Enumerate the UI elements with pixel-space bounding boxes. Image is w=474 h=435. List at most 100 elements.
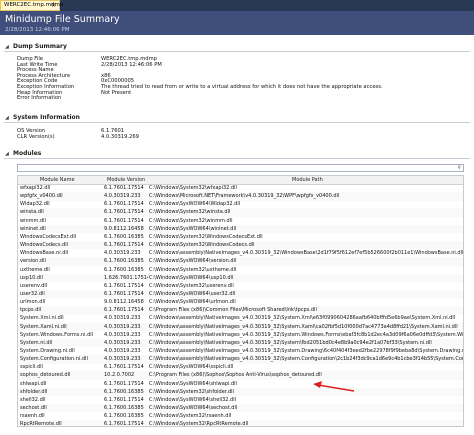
table-row[interactable]: uxtheme.dll 6.1.7600.16385 C:\Windows\Syst… bbox=[18, 266, 463, 274]
module-version-cell: 6.1.7600.16385 bbox=[104, 266, 144, 273]
module-path-cell: C:\Windows\SysWOW64\version.dll bbox=[149, 258, 237, 265]
module-path-cell: C:\Windows\SysWOW64\shlwapi.dll bbox=[149, 380, 237, 387]
module-name-cell: urlmon.dll bbox=[20, 299, 46, 306]
table-row[interactable]: System.Configuration.ni.dll 4.0.30319.233… bbox=[18, 355, 463, 364]
column-header-module-path[interactable]: Module Path bbox=[292, 177, 323, 183]
table-row[interactable]: winmm.dll 6.1.7601.17514 C:\Windows\System… bbox=[18, 217, 463, 225]
module-name-cell: shell32.dll bbox=[20, 396, 46, 403]
module-name-cell: System.Configuration.ni.dll bbox=[20, 356, 88, 363]
module-name-cell: wpfgfx_v0400.dll bbox=[20, 193, 63, 200]
module-version-cell: 6.1.7601.17514 bbox=[104, 209, 144, 216]
module-name-cell: uxtheme.dll bbox=[20, 266, 50, 273]
system-info-section-header[interactable]: ◢ System Information bbox=[4, 114, 470, 123]
module-version-cell: 6.1.7601.17514 bbox=[104, 201, 144, 208]
search-icon[interactable]: ⚲ bbox=[457, 165, 461, 171]
module-version-cell: 4.0.30319.233 bbox=[104, 331, 141, 338]
table-row[interactable]: System.ni.dll 4.0.30319.233 C:\Windows\ass… bbox=[18, 338, 463, 348]
table-row[interactable]: wininet.dll 9.0.8112.16458 C:\Windows\SysW… bbox=[18, 224, 463, 234]
module-path-cell: C:\Windows\assembly\NativeImages_v4.0.30… bbox=[149, 356, 463, 363]
module-name-cell: winmm.dll bbox=[20, 217, 46, 224]
module-path-cell: C:\Windows\System32\uxtheme.dll bbox=[149, 266, 237, 273]
table-row[interactable]: System.Drawing.ni.dll 4.0.30319.233 C:\Win… bbox=[18, 347, 463, 355]
module-version-cell: 6.1.7601.17514 bbox=[104, 282, 144, 289]
module-path-cell: C:\Windows\System32\winsta.dll bbox=[149, 209, 231, 216]
module-name-cell: WindowsBase.ni.dll bbox=[20, 250, 69, 257]
module-path-cell: C:\Windows\assembly\NativeImages_v4.0.30… bbox=[149, 323, 458, 330]
table-row[interactable]: System.Xaml.ni.dll 4.0.30319.233 C:\Window… bbox=[18, 322, 463, 331]
module-version-cell: 6.1.7601.17514 bbox=[104, 380, 144, 387]
module-version-cell: 9.0.8112.16458 bbox=[104, 299, 144, 306]
module-version-cell: 4.0.30319.233 bbox=[104, 323, 141, 330]
table-row[interactable]: shfolder.dll 6.1.7600.16385 C:\Windows\Sys… bbox=[18, 387, 463, 397]
collapse-triangle-icon[interactable]: ◢ bbox=[5, 151, 9, 157]
table-row[interactable]: wpfgfx_v0400.dll 4.0.30319.233 C:\Windows\… bbox=[18, 192, 463, 201]
table-row[interactable]: usp10.dll 1.626.7601.17514 C:\Windows\SysW… bbox=[18, 273, 463, 283]
dump-summary-section-header[interactable]: ◢ Dump Summary bbox=[4, 43, 470, 52]
module-name-cell: System.Xml.ni.dll bbox=[20, 315, 64, 322]
page-subtitle: 2/28/2013 12:46:06 PM bbox=[5, 26, 70, 33]
module-path-cell: C:\Program Files (x86)\Sophos\Sophos Ant… bbox=[149, 372, 322, 379]
column-header-module-version[interactable]: Module Version bbox=[107, 177, 145, 183]
table-row[interactable]: shlwapi.dll 6.1.7601.17514 C:\Windows\SysW… bbox=[18, 380, 463, 388]
table-row[interactable]: rsaenh.dll 6.1.7600.16385 C:\Windows\Syste… bbox=[18, 412, 463, 420]
module-path-cell: C:\Windows\SysWOW64\usp10.dll bbox=[149, 274, 234, 281]
table-row[interactable]: WindowsCodecsExt.dll 6.1.7600.16385 C:\Win… bbox=[18, 233, 463, 241]
document-tab[interactable]: WERC2EC.tmp.mdmp × bbox=[0, 0, 63, 11]
table-row[interactable]: version.dll 6.1.7600.16385 C:\Windows\SysW… bbox=[18, 257, 463, 266]
module-name-cell: shfolder.dll bbox=[20, 388, 48, 395]
table-row[interactable]: urlmon.dll 9.0.8112.16458 C:\Windows\SysWO… bbox=[18, 298, 463, 306]
modules-search-box[interactable]: ⚲ bbox=[17, 164, 464, 183]
module-version-cell: 6.1.7601.17514 bbox=[104, 242, 144, 249]
table-row[interactable]: shell32.dll 6.1.7601.17514 C:\Windows\SysW… bbox=[18, 396, 463, 404]
module-path-cell: C:\Windows\SysWOW64\sechost.dll bbox=[149, 405, 238, 412]
module-version-cell: 4.0.30319.233 bbox=[104, 356, 141, 363]
module-version-cell: 6.1.7600.16385 bbox=[104, 413, 144, 420]
table-row[interactable]: sechost.dll 6.1.7600.16385 C:\Windows\SysW… bbox=[18, 404, 463, 413]
table-row[interactable]: userenv.dll 6.1.7601.17514 C:\Windows\Syst… bbox=[18, 282, 463, 290]
module-path-cell: C:\Windows\assembly\NativeImages_v4.0.30… bbox=[149, 339, 432, 346]
table-row[interactable]: RpcRtRemote.dll 6.1.7601.17514 C:\Windows\… bbox=[18, 420, 463, 426]
module-path-cell: C:\Windows\System32\wfxapi32.dll bbox=[149, 185, 237, 191]
row-value: 2/28/2013 12:46:06 PM bbox=[101, 61, 162, 68]
table-row[interactable]: sophos_detoured.dll 10.2.0.7002 C:\Program… bbox=[18, 371, 463, 380]
collapse-triangle-icon[interactable]: ◢ bbox=[5, 44, 9, 50]
section-title: System Information bbox=[13, 114, 80, 121]
table-row[interactable]: winsta.dll 6.1.7601.17514 C:\Windows\Syste… bbox=[18, 208, 463, 217]
module-name-cell: shlwapi.dll bbox=[20, 380, 47, 387]
document-tab-bar: WERC2EC.tmp.mdmp × bbox=[0, 0, 474, 11]
table-row[interactable]: wfxapi32.dll 6.1.7601.17514 C:\Windows\Sys… bbox=[18, 184, 463, 192]
table-row[interactable]: sspicli.dll 6.1.7601.17514 C:\Windows\SysW… bbox=[18, 363, 463, 371]
module-path-cell: C:\Windows\System32\userenv.dll bbox=[149, 282, 234, 289]
summary-header: Minidump File Summary 2/28/2013 12:46:06… bbox=[0, 11, 474, 35]
module-name-cell: tpcps.dll bbox=[20, 307, 42, 314]
module-version-cell: 6.1.7600.16385 bbox=[104, 388, 144, 395]
module-path-cell: C:\Windows\assembly\NativeImages_v4.0.30… bbox=[149, 315, 456, 322]
module-path-cell: C:\Program Files (x86)\Common Files\Micr… bbox=[149, 307, 317, 314]
module-name-cell: userenv.dll bbox=[20, 282, 48, 289]
module-path-cell: C:\Windows\SysWOW64\shell32.dll bbox=[149, 396, 237, 403]
module-version-cell: 6.1.7601.17514 bbox=[104, 307, 144, 314]
module-name-cell: System.Windows.Forms.ni.dll bbox=[20, 331, 94, 338]
module-name-cell: sechost.dll bbox=[20, 405, 47, 412]
module-path-cell: C:\Windows\SysWOW64\sspicli.dll bbox=[149, 364, 234, 371]
table-row[interactable]: System.Windows.Forms.ni.dll 4.0.30319.233… bbox=[18, 331, 463, 339]
table-row[interactable]: WindowsCodecs.dll 6.1.7601.17514 C:\Window… bbox=[18, 241, 463, 250]
table-row[interactable]: user32.dll 6.1.7601.17514 C:\Windows\SysWO… bbox=[18, 289, 463, 299]
module-path-cell: C:\Windows\SysWOW64\Wldap32.dll bbox=[149, 201, 241, 208]
module-version-cell: 9.0.8112.16458 bbox=[104, 225, 144, 232]
row-key: Error Information bbox=[17, 95, 62, 102]
modules-section-header[interactable]: ◢ Modules bbox=[4, 150, 470, 159]
module-name-cell: wfxapi32.dll bbox=[20, 185, 51, 191]
module-version-cell: 4.0.30319.233 bbox=[104, 250, 141, 257]
module-version-cell: 4.0.30319.233 bbox=[104, 315, 141, 322]
module-version-cell: 4.0.30319.233 bbox=[104, 193, 141, 200]
table-row[interactable]: tpcps.dll 6.1.7601.17514 C:\Program Files … bbox=[18, 306, 463, 315]
table-row[interactable]: Wldap32.dll 6.1.7601.17514 C:\Windows\SysW… bbox=[18, 200, 463, 208]
table-row[interactable]: System.Xml.ni.dll 4.0.30319.233 C:\Windows… bbox=[18, 314, 463, 322]
table-row[interactable]: WindowsBase.ni.dll 4.0.30319.233 C:\Window… bbox=[18, 249, 463, 257]
module-path-cell: C:\Windows\System32\WindowsCodecs.dll bbox=[149, 242, 255, 249]
column-header-module-name[interactable]: Module Name bbox=[40, 177, 75, 183]
module-name-cell: winsta.dll bbox=[20, 209, 44, 216]
close-icon[interactable]: × bbox=[51, 1, 56, 10]
collapse-triangle-icon[interactable]: ◢ bbox=[5, 115, 9, 121]
